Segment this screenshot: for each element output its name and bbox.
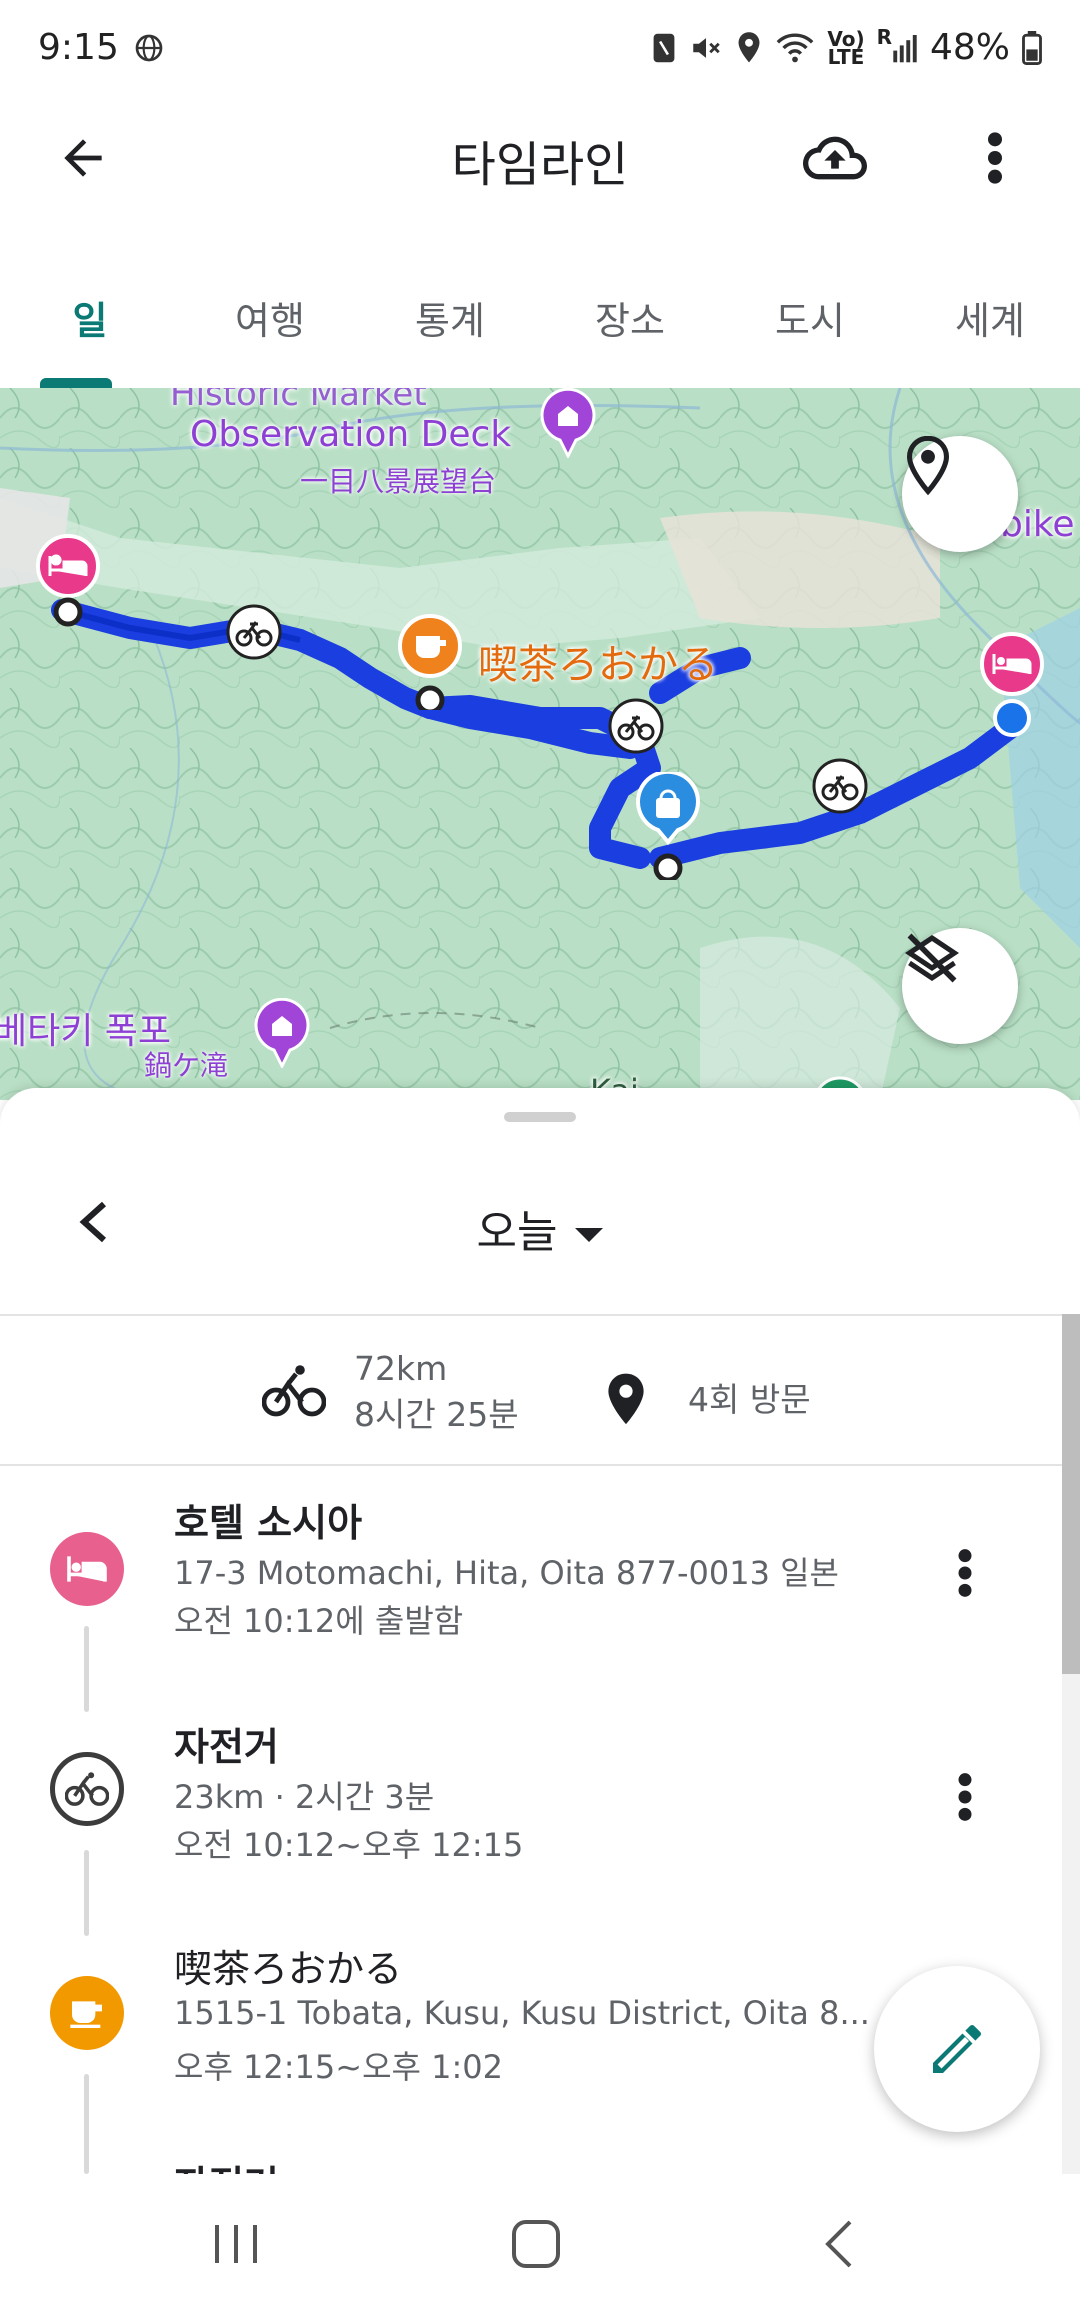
hotel-bed-icon bbox=[50, 1532, 124, 1606]
volte-line2: LTE bbox=[827, 44, 865, 69]
dropdown-arrow-icon bbox=[575, 1228, 604, 1242]
tab-label: 통계 bbox=[415, 299, 485, 343]
home-button[interactable] bbox=[476, 2204, 596, 2284]
visits-summary: 4회 방문 bbox=[604, 1370, 811, 1430]
edit-button[interactable] bbox=[874, 1966, 1040, 2132]
item-time: 오후 12:15~오후 1:02 bbox=[174, 2048, 503, 2086]
layers-off-icon bbox=[904, 933, 960, 983]
bicycle-icon bbox=[608, 698, 664, 754]
status-bar: 9:15 Vo) LTE R 48% bbox=[0, 0, 1080, 95]
summary-visits: 4회 방문 bbox=[688, 1380, 811, 1419]
wifi-icon bbox=[775, 28, 815, 68]
shopping-bag-pin-icon bbox=[636, 772, 700, 880]
item-distance: 23km · 2시간 3분 bbox=[174, 1778, 435, 1816]
tab-stats[interactable]: 통계 bbox=[360, 270, 540, 388]
map-label-partial-top: Historic Market bbox=[170, 388, 427, 414]
divider bbox=[0, 1464, 1062, 1466]
signal-icon: R bbox=[876, 24, 918, 68]
map-label-observation-deck[interactable]: Observation Deck bbox=[190, 414, 511, 455]
item-address: 1515-1 Tobata, Kusu, Kusu District, Oita… bbox=[174, 1994, 870, 2032]
summary-distance: 72km bbox=[354, 1349, 448, 1388]
system-nav-bar bbox=[0, 2174, 1080, 2316]
cloud-upload-button[interactable] bbox=[800, 123, 870, 193]
tab-day[interactable]: 일 bbox=[0, 270, 180, 388]
bicycle-icon bbox=[50, 1752, 124, 1826]
item-title: 호텔 소시아 bbox=[174, 1501, 363, 1545]
item-title: 喫茶ろおかる bbox=[174, 1947, 403, 1991]
pencil-icon bbox=[933, 2024, 982, 2073]
item-title: 자전거 bbox=[174, 1725, 279, 1769]
hotel-pin-icon bbox=[980, 632, 1044, 696]
more-vert-icon bbox=[988, 132, 1002, 184]
roaming-indicator: R bbox=[876, 24, 892, 49]
more-options-button[interactable] bbox=[970, 123, 1020, 193]
scrollbar-thumb[interactable] bbox=[1062, 1314, 1080, 1674]
item-time: 오전 10:12~오후 12:15 bbox=[174, 1826, 524, 1864]
date-selector: 오늘 bbox=[0, 1158, 1080, 1288]
bicycle-icon bbox=[226, 604, 282, 660]
map-view[interactable]: Historic Market Observation Deck 一目八景展望台… bbox=[0, 388, 1080, 1100]
tab-trips[interactable]: 여행 bbox=[180, 270, 360, 388]
bicycle-icon bbox=[812, 758, 868, 814]
back-chevron-icon bbox=[825, 2220, 852, 2268]
app-bar: 타임라인 bbox=[0, 95, 1080, 220]
location-icon bbox=[735, 28, 763, 68]
system-back-button[interactable] bbox=[780, 2204, 900, 2284]
map-label-observation-deck-sub: 一目八景展望台 bbox=[300, 465, 497, 498]
tab-label: 세계 bbox=[955, 299, 1025, 343]
summary-duration: 8시간 25분 bbox=[354, 1395, 519, 1434]
tab-label: 일 bbox=[72, 299, 108, 343]
battery-icon bbox=[1022, 28, 1042, 68]
recent-apps-icon bbox=[215, 2225, 257, 2263]
cloud-upload-icon bbox=[803, 136, 867, 180]
day-summary: 72km 8시간 25분 4회 방문 bbox=[0, 1318, 1062, 1466]
battery-percent: 48% bbox=[929, 27, 1010, 68]
item-title: 자전거 bbox=[174, 2154, 279, 2174]
item-more-button[interactable] bbox=[940, 1538, 990, 1608]
tab-bar: 일 여행 통계 장소 도시 세계 bbox=[0, 270, 1080, 388]
timeline-item-hotel[interactable]: 호텔 소시아 17-3 Motomachi, Hita, Oita 877-00… bbox=[0, 1488, 1062, 1710]
tab-label: 장소 bbox=[595, 299, 665, 343]
location-pin-icon bbox=[906, 436, 950, 496]
layers-toggle-button[interactable] bbox=[902, 928, 1018, 1044]
bicycle-icon bbox=[262, 1365, 326, 1417]
more-vert-icon bbox=[958, 1773, 972, 1821]
location-pin-icon bbox=[608, 1373, 644, 1425]
tab-cities[interactable]: 도시 bbox=[720, 270, 900, 388]
status-time: 9:15 bbox=[38, 27, 119, 68]
attraction-pin-icon bbox=[254, 998, 310, 1068]
tab-label: 도시 bbox=[775, 299, 845, 343]
my-location-button[interactable] bbox=[902, 436, 1018, 552]
mute-icon bbox=[689, 28, 723, 68]
tab-label: 여행 bbox=[235, 299, 305, 343]
date-label: 오늘 bbox=[476, 1207, 558, 1258]
tab-places[interactable]: 장소 bbox=[540, 270, 720, 388]
date-dropdown[interactable]: 오늘 bbox=[0, 1196, 1080, 1260]
volte-icon: Vo) LTE bbox=[827, 28, 864, 68]
divider bbox=[0, 1314, 1062, 1316]
map-label-cafe[interactable]: 喫茶ろおかる bbox=[478, 632, 718, 690]
hotel-pin-icon bbox=[36, 534, 100, 627]
globe-icon bbox=[133, 28, 165, 68]
map-label-waterfall-sub: 鍋ケ滝 bbox=[144, 1049, 229, 1082]
timeline-item-bicycle[interactable]: 자전거 23km · 2시간 3분 오전 10:12~오후 12:15 bbox=[0, 1712, 1062, 1934]
page-title: 타임라인 bbox=[451, 137, 629, 193]
timeline-item-bicycle[interactable]: 자전거 bbox=[0, 2154, 1062, 2174]
distance-summary: 72km 8시간 25분 bbox=[262, 1346, 519, 1438]
tab-world[interactable]: 세계 bbox=[900, 270, 1080, 388]
coffee-cup-icon bbox=[50, 1976, 124, 2050]
active-tab-indicator bbox=[40, 378, 112, 388]
item-more-button[interactable] bbox=[940, 1762, 990, 1832]
nfc-icon bbox=[651, 28, 677, 68]
item-address: 17-3 Motomachi, Hita, Oita 877-0013 일본 bbox=[174, 1554, 839, 1592]
item-time: 오전 10:12에 출발함 bbox=[174, 1602, 464, 1640]
coffee-cup-icon bbox=[398, 614, 462, 710]
recent-apps-button[interactable] bbox=[176, 2204, 296, 2284]
sheet-drag-handle[interactable] bbox=[504, 1112, 576, 1122]
attraction-pin-icon bbox=[540, 388, 596, 458]
home-icon bbox=[512, 2220, 560, 2268]
more-vert-icon bbox=[958, 1549, 972, 1597]
